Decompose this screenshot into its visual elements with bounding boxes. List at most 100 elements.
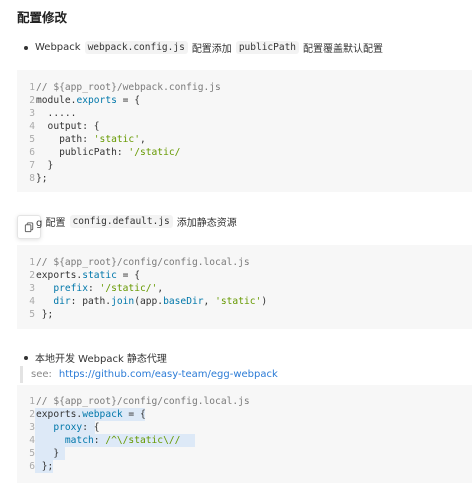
code-token: , (203, 296, 216, 307)
code-token: join (111, 296, 135, 307)
code-text: // ${app_root}/config/config.local.js (36, 256, 250, 269)
code-text: match: /^\/static\// (36, 434, 181, 447)
line-number: 6 (29, 461, 35, 472)
code-token: proxy (36, 422, 83, 433)
code-text: exports.static = { (36, 269, 140, 282)
copy-icon (24, 221, 33, 232)
code-token: exports. (36, 409, 83, 420)
code-line: 4 output: { (17, 120, 472, 133)
line-number: 1 (29, 396, 35, 407)
bullet-text: 添加静态资源 (176, 218, 237, 229)
code-text: module.exports = { (36, 94, 140, 107)
code-token: = { (122, 409, 146, 420)
code-text: }; (36, 460, 54, 473)
line-number: 5 (29, 448, 35, 459)
line-number: 3 (29, 108, 35, 119)
code-text: output: { (36, 120, 100, 133)
code-line: 5 }; (17, 308, 472, 321)
line-number: 4 (29, 296, 35, 307)
line-number: 4 (29, 121, 35, 132)
code-token: (app. (134, 296, 164, 307)
code-token: }; (36, 309, 54, 320)
code-line: 5 path: 'static', (17, 133, 472, 146)
code-token: , (157, 283, 164, 294)
code-text: exports.webpack = { (36, 408, 146, 421)
code-token: = { (116, 95, 140, 106)
line-number: 7 (29, 160, 35, 171)
line-number: 2 (29, 409, 35, 420)
code-token: = { (116, 270, 140, 281)
code-token: exports. (36, 270, 83, 281)
code-token: // ${app_root}/config/config.local.js (36, 396, 250, 407)
bullet-text: 本地开发 Webpack 静态代理 (35, 354, 167, 365)
line-number: 6 (29, 147, 35, 158)
code-text: }; (36, 172, 48, 185)
code-token: exports (76, 95, 117, 106)
bullet-webpack-proxy: 本地开发 Webpack 静态代理 (24, 350, 167, 365)
code-text: dir: path.join(app.baseDir, 'static') (36, 295, 267, 308)
line-number: 2 (29, 270, 35, 281)
code-line: 2 module.exports = { (17, 94, 472, 107)
line-number: 3 (29, 283, 35, 294)
code-token: path: (36, 134, 94, 145)
code-text: // ${app_root}/config/config.local.js (36, 395, 250, 408)
code-token: ) (261, 296, 268, 307)
code-token: // ${app_root}/webpack.config.js (36, 82, 221, 93)
see-reference: see: https://github.com/easy-team/egg-we… (20, 366, 278, 383)
code-text: }; (36, 308, 54, 321)
code-text: publicPath: '/static/ (36, 146, 180, 159)
bullet-dot (24, 355, 28, 360)
code-line: 6 }; (17, 460, 472, 473)
code-line: 8}; (17, 172, 472, 185)
code-token: } (36, 160, 54, 171)
code-token: static (82, 270, 117, 281)
code-text: } (36, 159, 54, 172)
bullet-text: 配置覆盖默认配置 (303, 44, 384, 55)
code-token: webpack (82, 409, 123, 420)
inline-code-public-path: publicPath (235, 41, 300, 54)
code-line: 4 match: /^\/static\// (17, 434, 472, 447)
code-block-webpack-proxy: 1// ${app_root}/config/config.local.js 2 e… (17, 385, 472, 483)
bullet-egg-config: g 配置 config.default.js 添加静态资源 (36, 214, 237, 229)
line-number: 5 (29, 309, 35, 320)
bullet-text: g 配置 (36, 218, 66, 229)
code-line: 5 } (17, 447, 472, 460)
code-text: prefix: '/static/', (36, 282, 163, 295)
code-token: } (36, 448, 60, 459)
bullet-text: 配置添加 (191, 44, 232, 55)
code-token: '/static/' (99, 283, 158, 294)
line-number: 1 (29, 82, 35, 93)
code-token: output: { (36, 121, 100, 132)
code-token: : (87, 283, 100, 294)
code-block-static-config: 1// ${app_root}/config/config.local.js 2 e… (17, 245, 472, 329)
code-block-webpack-config: 1// ${app_root}/webpack.config.js 2 module… (17, 70, 472, 192)
line-number: 8 (29, 173, 35, 184)
code-token: ..... (36, 108, 77, 119)
code-text: } (36, 447, 59, 460)
code-line: 4 dir: path.join(app.baseDir, 'static') (17, 295, 472, 308)
code-text: ..... (36, 107, 77, 120)
inline-code-webpack-config: webpack.config.js (84, 41, 188, 54)
bullet-dot (24, 45, 28, 50)
code-line: 7 } (17, 159, 472, 172)
line-number: 5 (29, 134, 35, 145)
code-token: : { (82, 422, 100, 433)
code-token: }; (36, 173, 48, 184)
code-line: 3 prefix: '/static/', (17, 282, 472, 295)
bullet-webpack-config: Webpack webpack.config.js 配置添加 publicPat… (24, 40, 383, 55)
code-token: module. (36, 95, 77, 106)
code-token: }; (36, 461, 54, 472)
line-number: 3 (29, 422, 35, 433)
code-token: /^\/static\// (105, 435, 181, 446)
egg-webpack-link[interactable]: https://github.com/easy-team/egg-webpack (59, 369, 278, 380)
code-token: // ${app_root}/config/config.local.js (36, 257, 250, 268)
code-line: 1// ${app_root}/config/config.local.js (17, 256, 472, 269)
bullet-text: Webpack (35, 42, 81, 53)
inline-code-config-default: config.default.js (69, 215, 173, 228)
code-line: 1// ${app_root}/config/config.local.js (17, 395, 472, 408)
code-token: : (93, 435, 106, 446)
line-number: 1 (29, 257, 35, 268)
code-token: baseDir (163, 296, 204, 307)
code-token: 'static' (93, 134, 140, 145)
see-label: see: (31, 369, 52, 380)
